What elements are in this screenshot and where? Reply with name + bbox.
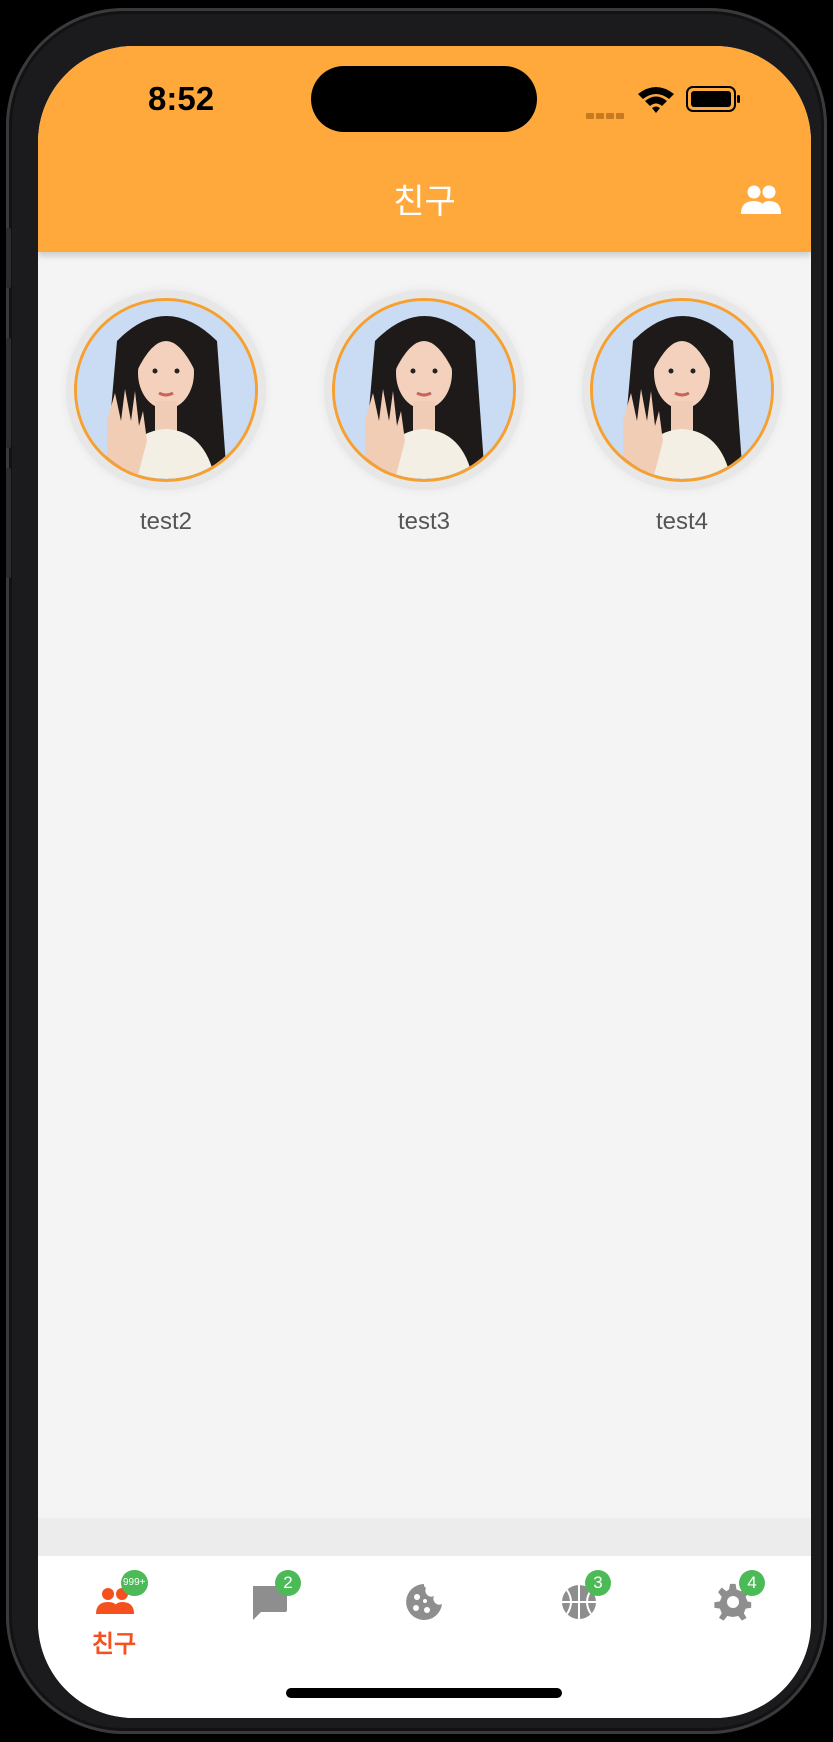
dynamic-island — [311, 66, 537, 132]
notification-badge: 3 — [585, 1570, 611, 1596]
tab-friends[interactable]: 999+ 친구 — [59, 1570, 169, 1662]
volume-up-button — [6, 338, 11, 448]
friend-name: test4 — [655, 508, 709, 535]
friend-card[interactable]: test3 — [324, 290, 524, 535]
tab-chat[interactable]: 2 — [213, 1570, 323, 1662]
silent-switch — [6, 228, 11, 288]
people-icon[interactable] — [740, 184, 782, 216]
app-bar: 8:52 친구 — [38, 46, 811, 252]
tab-sports[interactable]: 3 — [523, 1570, 633, 1662]
volume-down-button — [6, 468, 11, 578]
avatar-ring — [66, 290, 266, 490]
friend-name: test2 — [139, 508, 193, 535]
phone-frame: 8:52 친구 test2 test3 test4 999+ 친구 2 3 4 — [6, 8, 827, 1734]
tab-settings[interactable]: 4 — [677, 1570, 787, 1662]
wifi-icon — [638, 87, 674, 113]
home-indicator — [286, 1688, 562, 1698]
content-bottom-strip — [38, 1518, 811, 1556]
notification-badge: 999+ — [121, 1570, 148, 1596]
battery-icon — [686, 86, 740, 112]
screen: 8:52 친구 test2 test3 test4 999+ 친구 2 3 4 — [38, 46, 811, 1718]
status-time: 8:52 — [148, 80, 215, 117]
friend-card[interactable]: test2 — [66, 290, 266, 535]
notification-badge: 2 — [275, 1570, 301, 1596]
tab-cookie[interactable] — [368, 1582, 478, 1662]
friend-card[interactable]: test4 — [582, 290, 782, 535]
notification-badge: 4 — [739, 1570, 765, 1596]
tab-label: 친구 — [91, 1630, 137, 1658]
page-title: 친구 — [393, 182, 456, 222]
avatar[interactable] — [74, 298, 258, 482]
cellular-signal-icon — [586, 104, 630, 119]
friend-name: test3 — [397, 508, 451, 535]
avatar[interactable] — [332, 298, 516, 482]
avatar-ring — [324, 290, 524, 490]
cookie-icon — [406, 1584, 442, 1620]
avatar-ring — [582, 290, 782, 490]
avatar[interactable] — [590, 298, 774, 482]
friends-grid: test2 test3 test4 — [38, 252, 811, 1552]
